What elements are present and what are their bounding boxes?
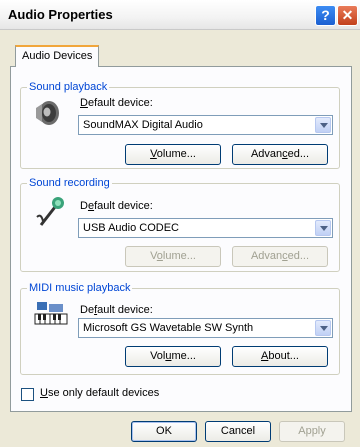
- use-only-default-checkbox[interactable]: [21, 388, 34, 401]
- playback-default-device-label: Default device:: [80, 97, 153, 109]
- sound-playback-legend: Sound playback: [27, 81, 110, 93]
- recording-device-value: USB Audio CODEC: [83, 222, 179, 234]
- recording-advanced-button: Advanced...: [232, 246, 328, 267]
- recording-device-select[interactable]: USB Audio CODEC: [78, 218, 333, 238]
- help-button[interactable]: ?: [315, 5, 336, 26]
- chevron-down-icon[interactable]: [315, 320, 331, 336]
- use-only-default-label[interactable]: Use only default devices: [40, 387, 159, 399]
- chevron-down-icon[interactable]: [315, 117, 331, 133]
- playback-advanced-button[interactable]: Advanced...: [232, 144, 328, 165]
- midi-volume-button[interactable]: Volume...: [125, 346, 221, 367]
- close-button[interactable]: ✕: [337, 5, 358, 26]
- midi-playback-legend: MIDI music playback: [27, 282, 133, 294]
- midi-device-value: Microsoft GS Wavetable SW Synth: [83, 322, 254, 334]
- chevron-down-icon[interactable]: [315, 220, 331, 236]
- title-bar: Audio Properties ? ✕: [0, 0, 360, 30]
- tab-audio-devices[interactable]: Audio Devices: [15, 45, 100, 67]
- ok-button[interactable]: OK: [131, 421, 197, 442]
- cancel-button[interactable]: Cancel: [205, 421, 271, 442]
- midi-device-select[interactable]: Microsoft GS Wavetable SW Synth: [78, 318, 333, 338]
- microphone-icon: [36, 197, 64, 226]
- tab-label: Audio Devices: [22, 50, 93, 62]
- speaker-icon: [36, 101, 59, 125]
- playback-volume-button[interactable]: Volume...: [125, 144, 221, 165]
- playback-device-value: SoundMAX Digital Audio: [83, 119, 203, 131]
- midi-keyboard-icon: [34, 302, 68, 325]
- recording-default-device-label: Default device:: [80, 200, 153, 212]
- midi-about-button[interactable]: About...: [232, 346, 328, 367]
- sound-recording-legend: Sound recording: [27, 177, 112, 189]
- recording-volume-button: Volume...: [125, 246, 221, 267]
- midi-default-device-label: Default device:: [80, 304, 153, 316]
- playback-device-select[interactable]: SoundMAX Digital Audio: [78, 115, 333, 135]
- apply-button: Apply: [279, 421, 345, 442]
- window-title: Audio Properties: [8, 7, 113, 22]
